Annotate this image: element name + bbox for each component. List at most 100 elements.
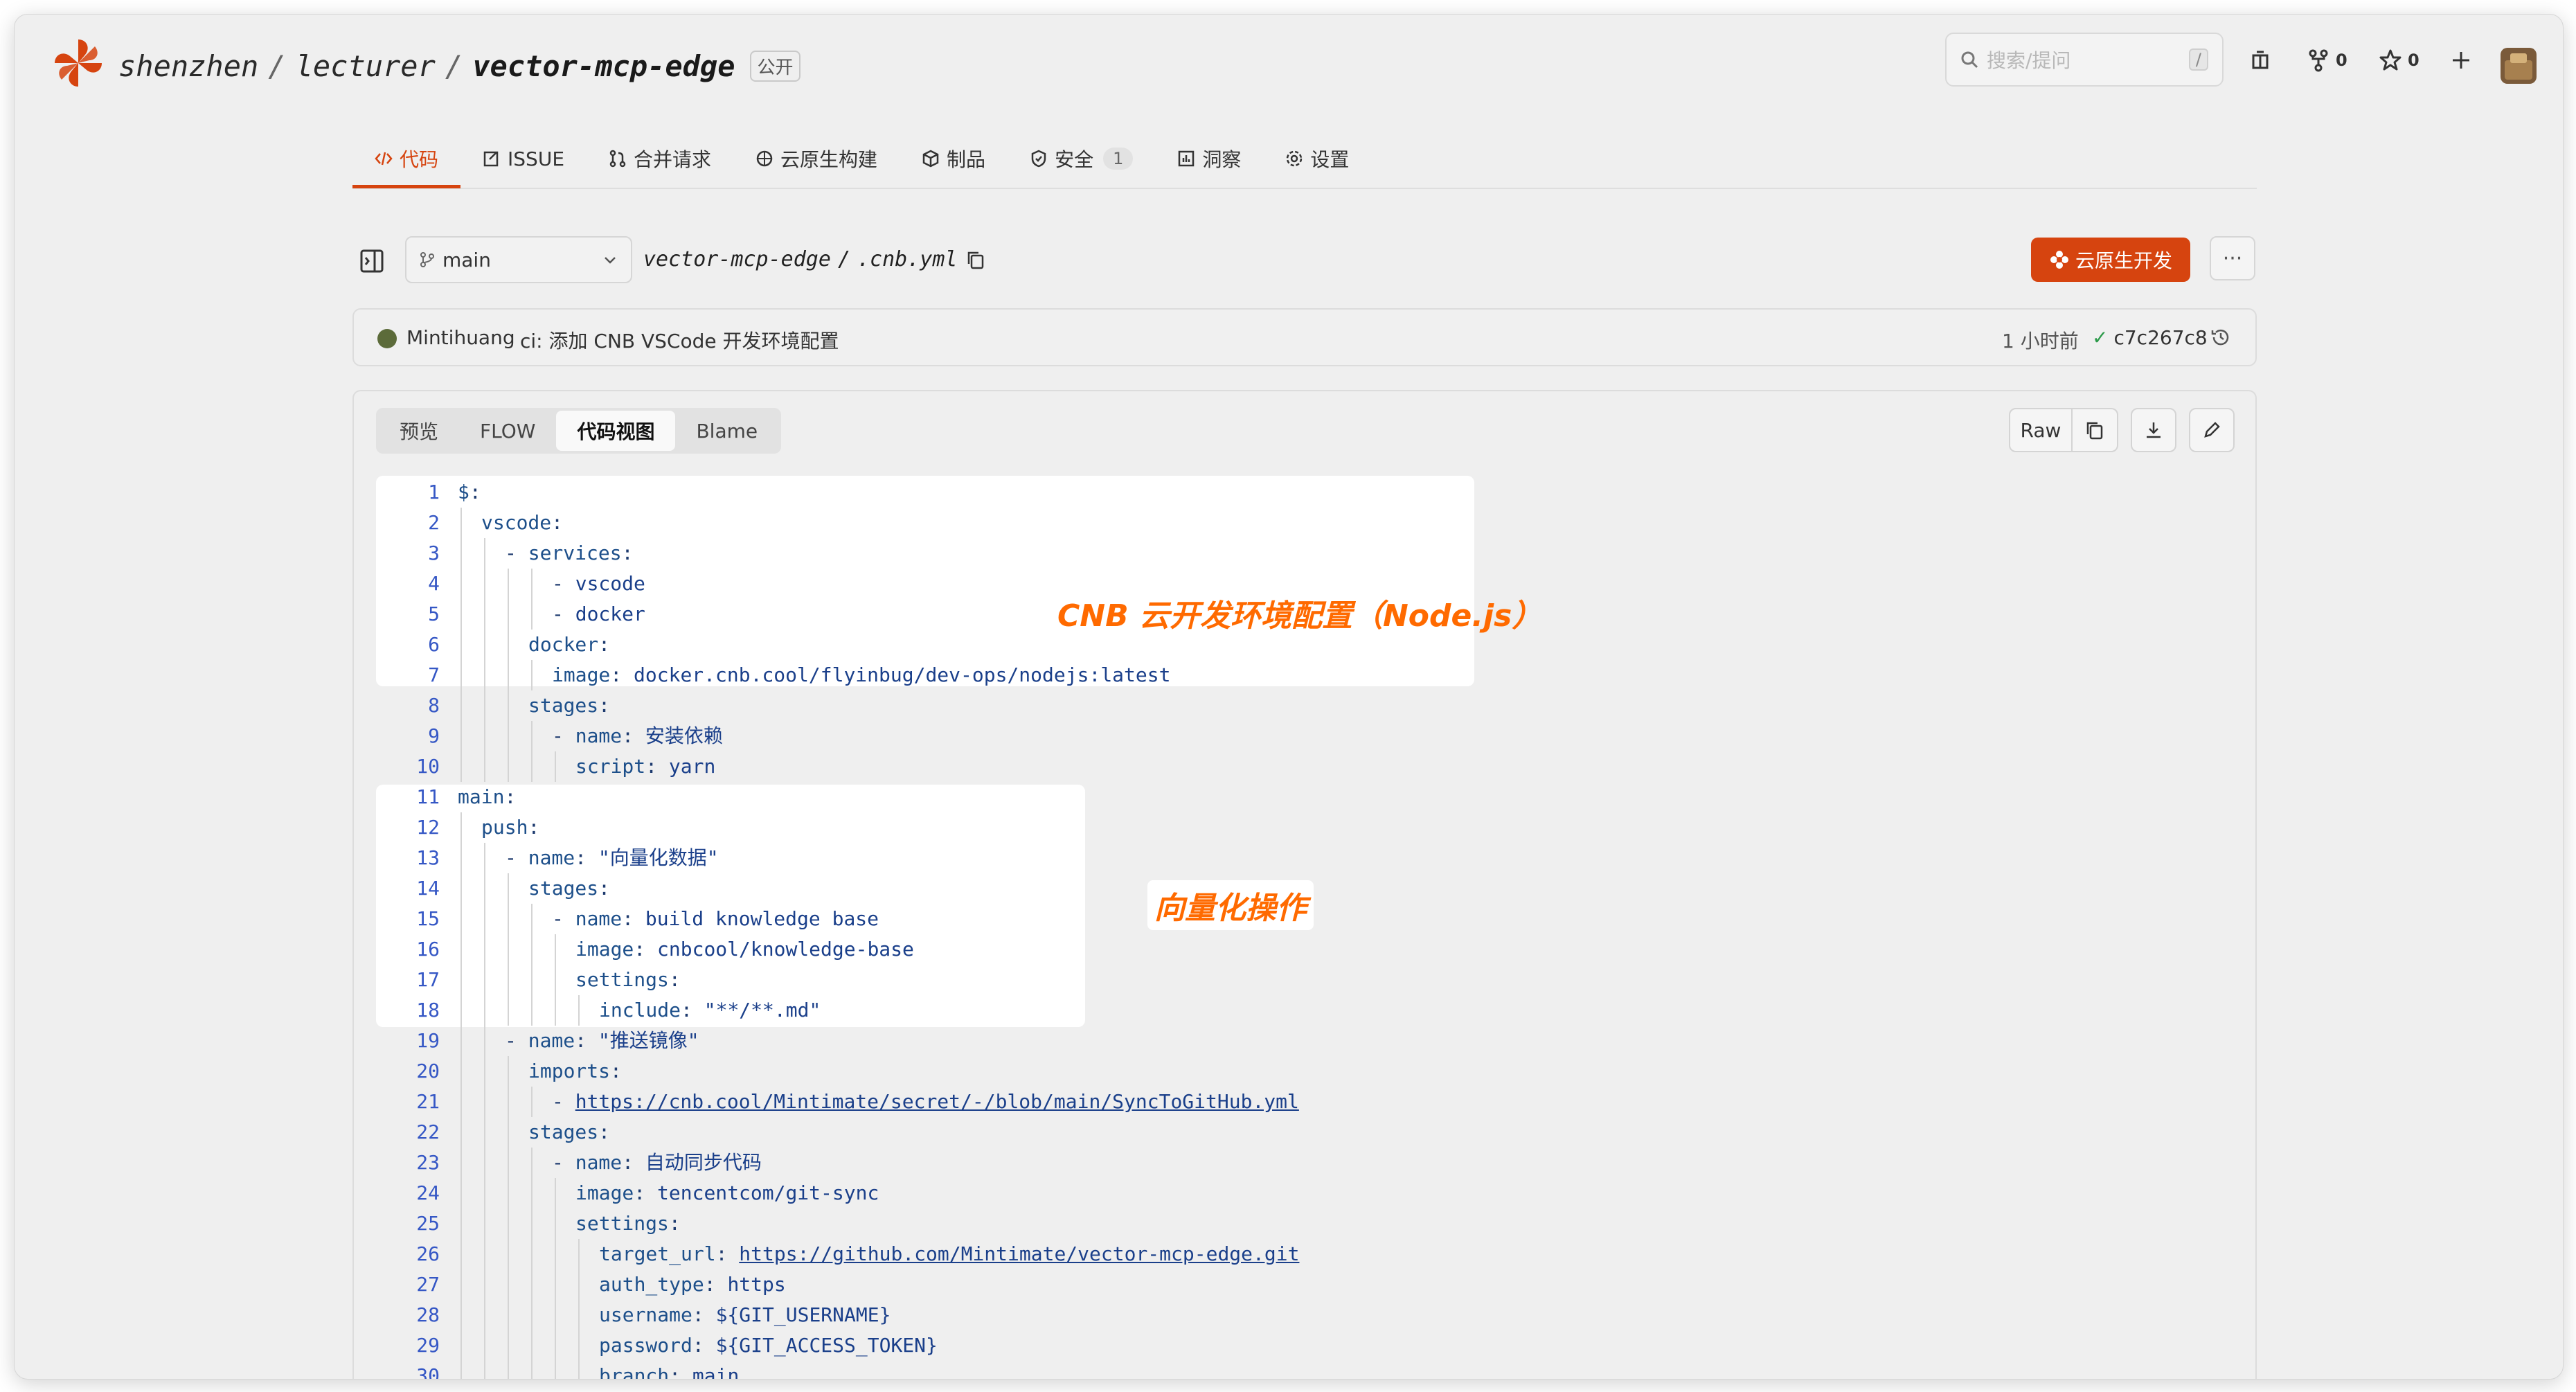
indent-guide <box>531 660 533 690</box>
star-icon <box>2379 49 2401 71</box>
line-number[interactable]: 11 <box>376 782 440 812</box>
line-number[interactable]: 10 <box>376 751 440 782</box>
line-number[interactable]: 14 <box>376 873 440 904</box>
indent-guide <box>555 1178 556 1208</box>
create-button[interactable] <box>2449 45 2473 75</box>
code-text: settings: <box>575 1212 681 1235</box>
indent-guide <box>460 599 462 630</box>
indent-guide <box>460 1269 462 1300</box>
indent-guide <box>531 1300 533 1330</box>
indent-guide <box>531 569 533 599</box>
indent-guide <box>531 751 533 782</box>
copy-content-button[interactable] <box>2073 408 2118 452</box>
commit-author-avatar[interactable] <box>377 329 397 348</box>
code-link[interactable]: https://github.com/Mintimate/vector-mcp-… <box>739 1242 1299 1265</box>
line-number[interactable]: 7 <box>376 660 440 690</box>
commit-author[interactable]: Mintihuang <box>406 326 515 349</box>
tab-flow[interactable]: FLOW <box>459 411 556 451</box>
code-text: stages: <box>528 1121 611 1143</box>
chevron-down-icon <box>605 257 616 264</box>
cnb-logo-icon[interactable] <box>51 35 106 91</box>
line-number[interactable]: 24 <box>376 1178 440 1208</box>
commit-message[interactable]: ci: 添加 CNB VSCode 开发环境配置 <box>520 326 839 354</box>
indent-guide <box>531 1148 533 1178</box>
indent-guide <box>484 1178 485 1208</box>
indent-guide <box>460 1148 462 1178</box>
star-button[interactable]: 0 <box>2379 45 2420 75</box>
file-actions: Raw <box>2009 408 2235 452</box>
history-icon[interactable] <box>2210 326 2232 348</box>
breadcrumb-org[interactable]: shenzhen <box>118 49 258 83</box>
line-number[interactable]: 2 <box>376 508 440 538</box>
indent-guide <box>460 660 462 690</box>
line-number[interactable]: 1 <box>376 477 440 508</box>
path-repo[interactable]: vector-mcp-edge <box>643 247 831 271</box>
line-number[interactable]: 20 <box>376 1056 440 1087</box>
line-number[interactable]: 21 <box>376 1087 440 1117</box>
breadcrumb-group[interactable]: lecturer <box>296 49 436 83</box>
commit-hash[interactable]: ✓ c7c267c8 <box>2092 326 2208 349</box>
code-text: branch: main <box>599 1364 740 1380</box>
breadcrumb-repo[interactable]: vector-mcp-edge <box>472 49 735 83</box>
line-number[interactable]: 13 <box>376 843 440 873</box>
indent-guide <box>508 1056 509 1087</box>
line-number[interactable]: 25 <box>376 1208 440 1239</box>
line-number[interactable]: 16 <box>376 934 440 965</box>
line-number[interactable]: 12 <box>376 812 440 843</box>
indent-guide <box>508 1117 509 1148</box>
tab-packages[interactable]: 制品 <box>900 132 1008 185</box>
code-line: 24 image: tencentcom/git-sync <box>376 1178 2273 1208</box>
line-number[interactable]: 8 <box>376 690 440 721</box>
tab-insights[interactable]: 洞察 <box>1155 132 1263 185</box>
line-number[interactable]: 4 <box>376 569 440 599</box>
tab-preview[interactable]: 预览 <box>379 411 459 451</box>
download-button[interactable] <box>2131 408 2176 452</box>
indent-guide <box>460 1208 462 1239</box>
user-avatar[interactable] <box>2501 48 2537 84</box>
line-number[interactable]: 9 <box>376 721 440 751</box>
line-number[interactable]: 30 <box>376 1361 440 1379</box>
code-link[interactable]: https://cnb.cool/Mintimate/secret/-/blob… <box>575 1090 1299 1113</box>
tab-issue[interactable]: ISSUE <box>460 132 587 185</box>
indent-guide <box>531 721 533 751</box>
branch-selector[interactable]: main <box>405 236 632 283</box>
line-number[interactable]: 19 <box>376 1026 440 1056</box>
code-line: 18 include: "**/**.md" <box>376 995 2273 1026</box>
sidebar-toggle-icon[interactable] <box>359 249 384 274</box>
line-number[interactable]: 6 <box>376 630 440 660</box>
indent-guide <box>484 1300 485 1330</box>
line-number[interactable]: 22 <box>376 1117 440 1148</box>
line-number[interactable]: 26 <box>376 1239 440 1269</box>
line-number[interactable]: 29 <box>376 1330 440 1361</box>
line-number[interactable]: 18 <box>376 995 440 1026</box>
indent-guide <box>555 1361 556 1379</box>
file-toolbar: main vector-mcp-edge / .cnb.yml 云原生开发 ··… <box>352 236 2257 285</box>
tab-merge-requests[interactable]: 合并请求 <box>587 132 733 185</box>
fork-button[interactable]: 0 <box>2307 45 2347 75</box>
line-number[interactable]: 17 <box>376 965 440 995</box>
tab-settings[interactable]: 设置 <box>1263 132 1371 185</box>
line-number[interactable]: 5 <box>376 599 440 630</box>
line-number[interactable]: 27 <box>376 1269 440 1300</box>
tab-code-view[interactable]: 代码视图 <box>556 411 676 451</box>
code-text: script: yarn <box>575 755 716 778</box>
repo-menu-button[interactable] <box>2248 45 2272 75</box>
tab-blame[interactable]: Blame <box>675 411 778 451</box>
tab-cloud-build[interactable]: 云原生构建 <box>733 132 900 185</box>
edit-button[interactable] <box>2189 408 2235 452</box>
line-number[interactable]: 28 <box>376 1300 440 1330</box>
line-number[interactable]: 23 <box>376 1148 440 1178</box>
tab-security[interactable]: 安全 1 <box>1008 132 1155 185</box>
more-options-button[interactable]: ··· <box>2210 236 2255 280</box>
indent-guide <box>460 569 462 599</box>
cloud-native-dev-button[interactable]: 云原生开发 <box>2031 238 2190 282</box>
line-number[interactable]: 3 <box>376 538 440 569</box>
indent-guide <box>555 751 556 782</box>
raw-button[interactable]: Raw <box>2009 408 2073 452</box>
tab-code[interactable]: 代码 <box>352 132 461 188</box>
copy-path-icon[interactable] <box>966 250 985 269</box>
indent-guide <box>460 1361 462 1379</box>
pencil-icon <box>2204 422 2220 438</box>
search-input[interactable]: 搜索/提问 / <box>1945 33 2224 87</box>
line-number[interactable]: 15 <box>376 904 440 934</box>
